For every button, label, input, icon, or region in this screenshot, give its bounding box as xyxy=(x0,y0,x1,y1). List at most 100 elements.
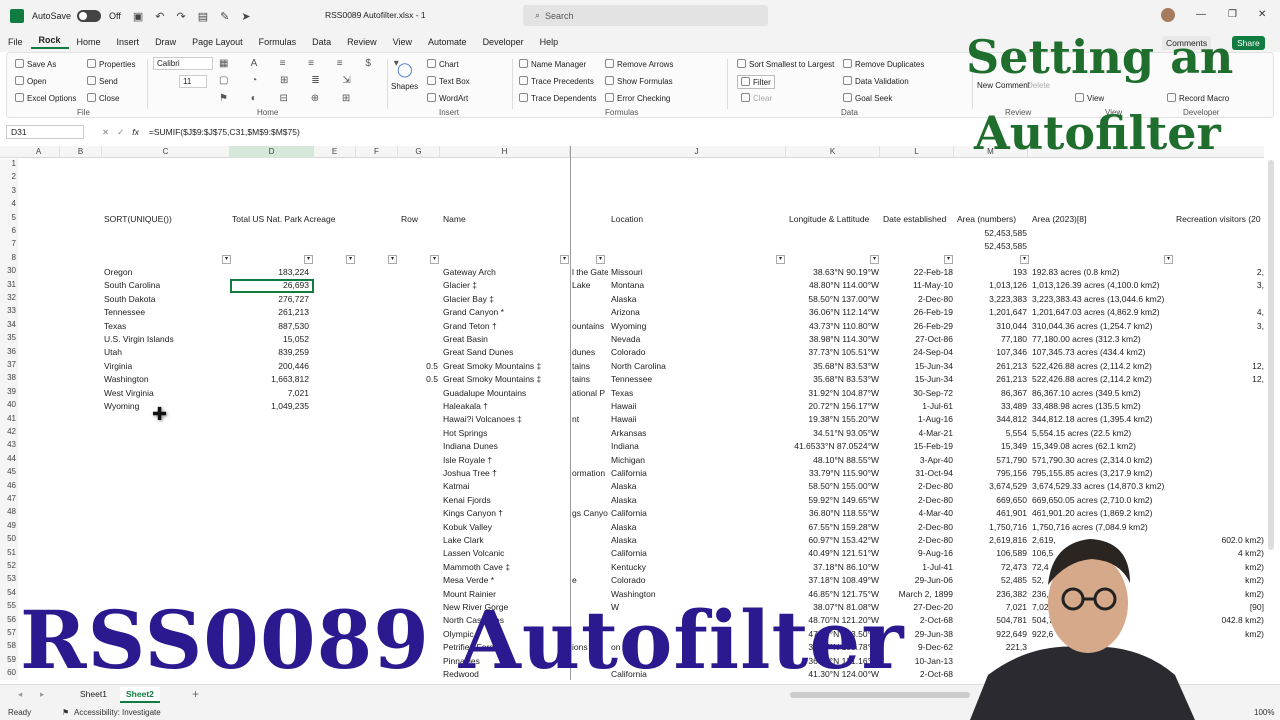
row-header[interactable]: 30 xyxy=(0,266,18,280)
park-coordinates[interactable]: 38.63°N 90.19°W xyxy=(787,266,879,279)
park-date[interactable]: 26-Feb-19 xyxy=(881,306,953,319)
park-name[interactable]: Grand Teton † xyxy=(443,320,568,333)
park-coordinates[interactable]: 36.80°N 118.55°W xyxy=(787,507,879,520)
autosave-toggle[interactable] xyxy=(77,10,102,22)
row-header[interactable]: 2 xyxy=(0,172,18,186)
menu-automate[interactable]: Automate xyxy=(420,37,475,47)
park-area-number[interactable]: 15,349 xyxy=(955,440,1027,453)
park-date[interactable]: 1-Jul-61 xyxy=(881,400,953,413)
park-area-2023[interactable]: 86,367.10 acres (349.5 km2) xyxy=(1032,387,1172,400)
undo-icon[interactable]: ↶ xyxy=(155,10,164,23)
park-area-number[interactable]: 77,180 xyxy=(955,333,1027,346)
show-formulas-button[interactable]: Show Formulas xyxy=(605,76,673,86)
shapes-button[interactable]: Shapes xyxy=(391,82,418,91)
park-date[interactable]: 4-Mar-21 xyxy=(881,427,953,440)
pointer-icon[interactable]: ➤ xyxy=(241,10,250,23)
park-location[interactable]: Wyoming xyxy=(611,320,781,333)
park-area-2023[interactable]: 461,901.20 acres (1,869.2 km2) xyxy=(1032,507,1172,520)
park-spill[interactable]: dunes xyxy=(572,346,608,359)
name-box[interactable]: D31 xyxy=(6,125,84,139)
park-row-weight[interactable]: 0.5 xyxy=(398,360,438,373)
state-name[interactable]: South Carolina xyxy=(104,279,160,292)
row-header[interactable]: 6 xyxy=(0,226,18,240)
park-name[interactable]: Lassen Volcanic xyxy=(443,547,568,560)
park-area-2023[interactable]: 522,426.88 acres (2,114.2 km2) xyxy=(1032,360,1172,373)
row-header[interactable]: 37 xyxy=(0,360,18,374)
park-row-weight[interactable] xyxy=(398,400,438,413)
sheet-tab-2[interactable]: Sheet2 xyxy=(120,687,160,703)
menu-draw[interactable]: Draw xyxy=(147,37,184,47)
park-coordinates[interactable]: 43.73°N 110.80°W xyxy=(787,320,879,333)
row-header[interactable]: 42 xyxy=(0,427,18,441)
park-spill[interactable] xyxy=(572,293,608,306)
font-name-select[interactable]: Calibri xyxy=(153,57,213,70)
park-spill[interactable]: ational P xyxy=(572,387,608,400)
park-area-2023[interactable]: 310,044.36 acres (1,254.7 km2) xyxy=(1032,320,1172,333)
park-visitors[interactable] xyxy=(1176,467,1264,480)
menu-home[interactable]: Home xyxy=(69,37,109,47)
park-row-weight[interactable] xyxy=(398,279,438,292)
state-name[interactable]: Wyoming xyxy=(104,400,139,413)
park-row-weight[interactable] xyxy=(398,494,438,507)
park-row-weight[interactable] xyxy=(398,480,438,493)
park-row-weight[interactable] xyxy=(398,467,438,480)
row-header[interactable]: 58 xyxy=(0,641,18,655)
row-header[interactable]: 49 xyxy=(0,520,18,535)
park-date[interactable]: 2-Dec-80 xyxy=(881,521,953,534)
state-name[interactable]: Washington xyxy=(104,373,149,386)
row-header[interactable]: 36 xyxy=(0,346,18,360)
selected-cell-d31[interactable] xyxy=(230,279,314,293)
park-location[interactable]: Alaska xyxy=(611,494,781,507)
park-date[interactable]: 15-Jun-34 xyxy=(881,373,953,386)
goal-seek-button[interactable]: Goal Seek xyxy=(843,93,892,103)
format-icons-row2[interactable]: ▢ ◔ ⊞ ≣ ⇲ xyxy=(219,75,361,86)
share-button[interactable]: Share xyxy=(1232,36,1265,50)
park-visitors[interactable] xyxy=(1176,413,1264,426)
park-date[interactable]: 1-Aug-16 xyxy=(881,413,953,426)
row-header[interactable]: 41 xyxy=(0,413,18,427)
park-location[interactable]: Nevada xyxy=(611,333,781,346)
trace-precedents-button[interactable]: Trace Precedents xyxy=(519,76,594,86)
filter-dropdown-button[interactable]: ▾ xyxy=(346,255,355,264)
park-date[interactable]: 27-Oct-86 xyxy=(881,333,953,346)
park-spill[interactable] xyxy=(572,534,608,547)
park-date[interactable]: 2-Dec-80 xyxy=(881,494,953,507)
close-button[interactable]: Close xyxy=(87,93,119,103)
park-spill[interactable]: gs Canyon xyxy=(572,507,608,520)
state-name[interactable]: Utah xyxy=(104,346,122,359)
prev-sheet-icon[interactable]: ◂ xyxy=(18,689,22,700)
state-name[interactable]: Virginia xyxy=(104,360,132,373)
row-header[interactable]: 60 xyxy=(0,668,18,680)
park-row-weight[interactable] xyxy=(398,266,438,279)
park-name[interactable]: Guadalupe Mountains xyxy=(443,387,568,400)
col-header-l[interactable]: L xyxy=(880,146,954,158)
park-date[interactable]: 24-Sep-04 xyxy=(881,346,953,359)
row-header[interactable]: 56 xyxy=(0,614,18,628)
park-coordinates[interactable]: 34.51°N 93.05°W xyxy=(787,427,879,440)
park-area-2023[interactable]: 1,201,647.03 acres (4,862.9 km2) xyxy=(1032,306,1172,319)
park-area-number[interactable]: 261,213 xyxy=(955,360,1027,373)
open-button[interactable]: Open xyxy=(15,76,47,86)
state-name[interactable]: Oregon xyxy=(104,266,132,279)
park-area-2023[interactable]: 5,554.15 acres (22.5 km2) xyxy=(1032,427,1172,440)
park-date[interactable]: 30-Sep-72 xyxy=(881,387,953,400)
enter-icon[interactable]: ✓ xyxy=(117,127,124,138)
park-location[interactable]: Alaska xyxy=(611,480,781,493)
row-header[interactable]: 32 xyxy=(0,293,18,307)
row-header[interactable]: 52 xyxy=(0,561,18,575)
font-size-select[interactable]: 11 xyxy=(179,75,207,88)
row-header[interactable]: 33 xyxy=(0,306,18,320)
cell-m7[interactable]: 52,453,585 xyxy=(957,240,1027,253)
park-row-weight[interactable] xyxy=(398,346,438,359)
send-button[interactable]: Send xyxy=(87,76,118,86)
park-area-number[interactable]: 461,901 xyxy=(955,507,1027,520)
park-name[interactable]: Mammoth Cave ‡ xyxy=(443,561,568,574)
park-coordinates[interactable]: 67.55°N 159.28°W xyxy=(787,521,879,534)
park-row-weight[interactable]: 0.5 xyxy=(398,373,438,386)
park-date[interactable]: 2-Dec-80 xyxy=(881,293,953,306)
park-visitors[interactable] xyxy=(1176,387,1264,400)
park-location[interactable]: Hawaii xyxy=(611,413,781,426)
park-row-weight[interactable] xyxy=(398,454,438,467)
park-date[interactable]: 2-Dec-80 xyxy=(881,534,953,547)
park-area-2023[interactable]: 1,013,126.39 acres (4,100.0 km2) xyxy=(1032,279,1172,292)
